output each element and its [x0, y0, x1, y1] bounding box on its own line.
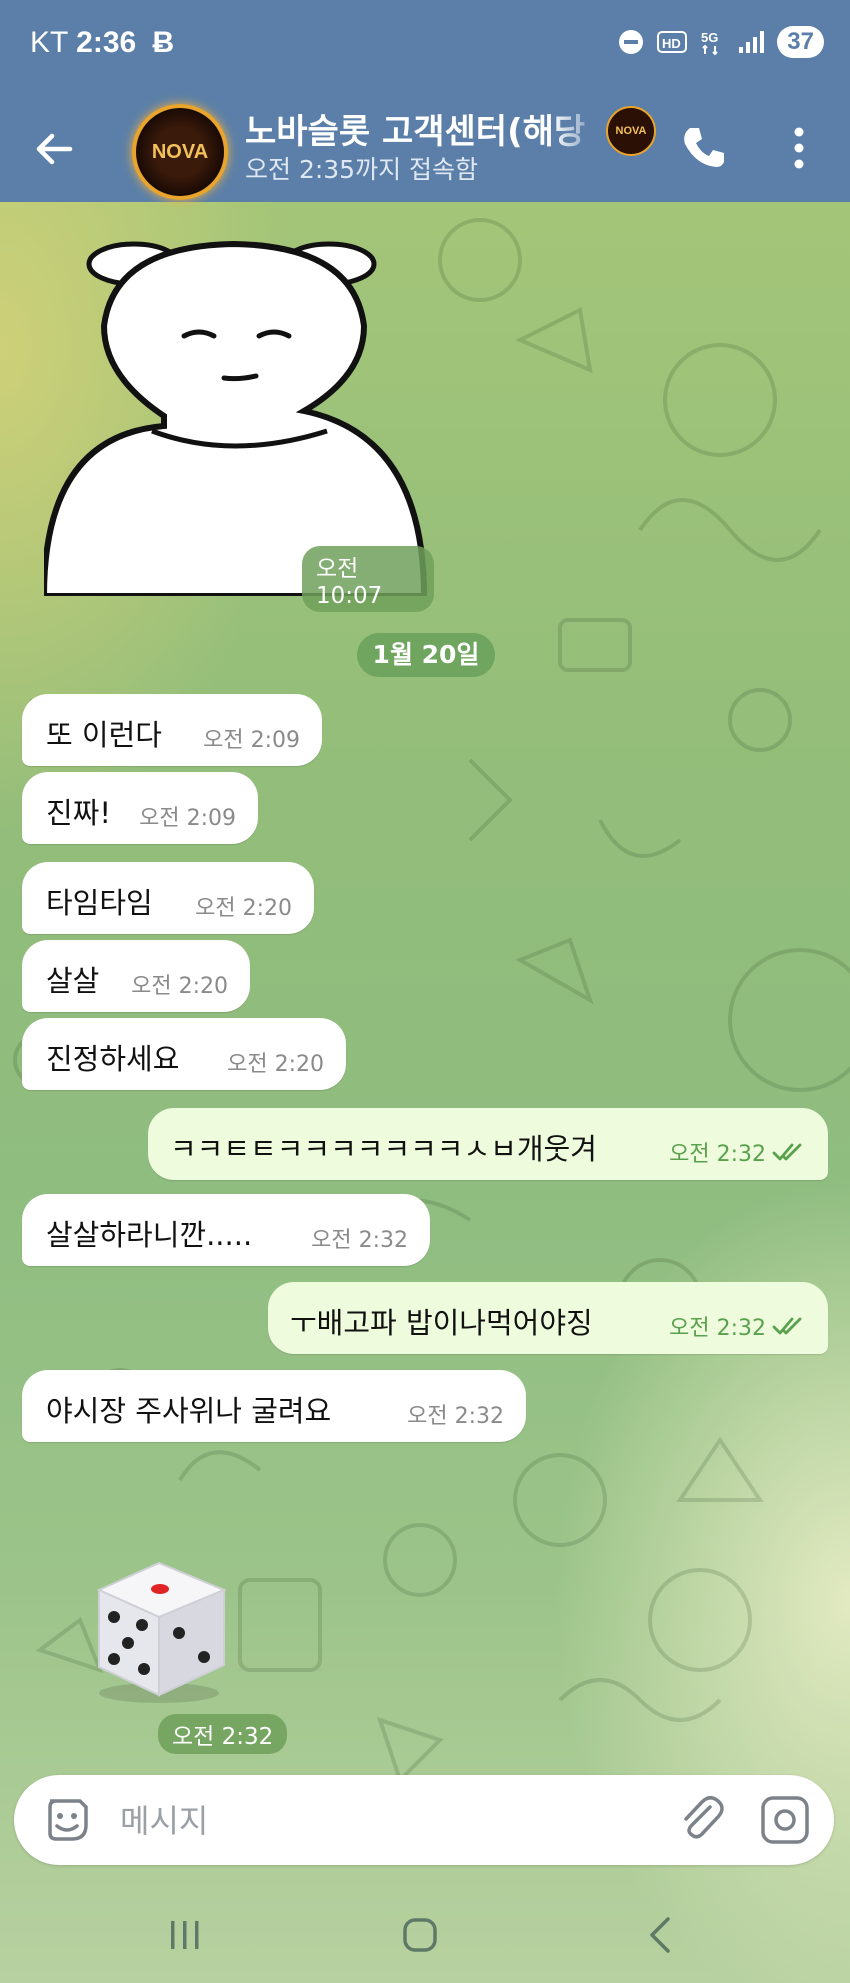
- signal-icon: [739, 31, 765, 53]
- hd-icon: HD: [657, 31, 688, 53]
- message-text: 살살: [46, 964, 100, 998]
- message-time: 오전 2:09: [139, 806, 236, 831]
- chat-title[interactable]: 노바슬롯 고객센터(해당: [245, 104, 605, 153]
- message-bubble[interactable]: 타임타임 오전 2:20: [22, 862, 314, 934]
- message-text: 진정하세요: [46, 1042, 180, 1076]
- message-bubble[interactable]: 살살 오전 2:20: [22, 940, 250, 1012]
- message-bubble[interactable]: 야시장 주사위나 굴려요 오전 2:32: [22, 1370, 526, 1442]
- recent-apps-icon[interactable]: [155, 1905, 215, 1965]
- dice-time: 오전 2:32: [158, 1714, 288, 1754]
- double-check-icon: [772, 1317, 802, 1335]
- message-time: 오전 2:20: [195, 896, 292, 921]
- phone-icon[interactable]: [676, 122, 728, 174]
- message-time: 오전 2:09: [203, 728, 300, 753]
- last-seen-status: 오전 2:35까지 접속함: [245, 155, 479, 184]
- carrier-label: KT: [30, 26, 68, 59]
- message-bubble[interactable]: 진짜! 오전 2:09: [22, 772, 258, 844]
- status-icons: HD 5G 37: [617, 26, 824, 58]
- dnd-icon: [619, 30, 644, 54]
- clock: 2:36: [76, 26, 137, 59]
- status-time: KT 2:36 Ƀ: [30, 26, 174, 60]
- blob-character-sticker: [40, 240, 428, 599]
- emoji-status-icon: NOVA: [606, 106, 656, 156]
- emoji-status-logo-text: NOVA: [615, 125, 647, 137]
- message-text: 타임타임: [46, 886, 153, 920]
- dice-message[interactable]: [84, 1555, 234, 1705]
- 5g-icon: 5G: [701, 30, 719, 56]
- back-arrow-icon[interactable]: [30, 124, 80, 174]
- message-bubble-outgoing[interactable]: ㅜ배고파 밥이나먹어야징 오전 2:32: [268, 1282, 828, 1354]
- message-input[interactable]: [118, 1793, 642, 1849]
- message-time: 오전 2:32: [311, 1228, 408, 1253]
- message-text: ㅜ배고파 밥이나먹어야징: [290, 1306, 593, 1340]
- svg-text:5G: 5G: [701, 30, 718, 45]
- battery-indicator: 37: [777, 26, 824, 58]
- attach-icon[interactable]: [674, 1793, 728, 1847]
- message-bubble-outgoing[interactable]: ㅋㅋㅌㅌㅋㅋㅋㅋㅋㅋㅋㅅㅂ개웃겨 오전 2:32: [148, 1108, 828, 1180]
- message-bubble[interactable]: 진정하세요 오전 2:20: [22, 1018, 346, 1090]
- message-time: 오전 2:32: [407, 1404, 504, 1429]
- message-bubble[interactable]: 살살하라니깐..... 오전 2:32: [22, 1194, 430, 1266]
- home-icon[interactable]: [390, 1905, 450, 1965]
- b-icon: Ƀ: [152, 26, 175, 59]
- camera-icon[interactable]: [758, 1793, 812, 1847]
- sticker-time: 오전 10:07: [302, 546, 434, 612]
- message-text: ㅋㅋㅌㅌㅋㅋㅋㅋㅋㅋㅋㅅㅂ개웃겨: [170, 1132, 597, 1166]
- status-bar: KT 2:36 Ƀ HD 5G 37: [0, 0, 850, 96]
- message-text: 진짜!: [46, 796, 111, 830]
- message-time: 오전 2:32: [669, 1136, 806, 1168]
- chat-header: NOVA 노바슬롯 고객센터(해당 오전 2:35까지 접속함 NOVA: [0, 96, 850, 202]
- svg-text:HD: HD: [662, 36, 681, 51]
- avatar-logo-text: NOVA: [151, 140, 209, 163]
- system-navigation-bar: [0, 1885, 850, 1983]
- message-time: 오전 2:32: [669, 1310, 806, 1342]
- more-vert-icon[interactable]: [784, 122, 814, 174]
- message-composer: [14, 1775, 834, 1865]
- message-text: 또 이런다: [46, 718, 162, 752]
- date-divider: 1월 20일: [357, 633, 495, 677]
- message-text: 살살하라니깐.....: [46, 1218, 253, 1252]
- back-nav-icon[interactable]: [630, 1905, 690, 1965]
- double-check-icon: [772, 1143, 802, 1161]
- chat-avatar[interactable]: NOVA: [132, 104, 228, 200]
- message-time: 오전 2:20: [227, 1052, 324, 1077]
- message-time: 오전 2:20: [131, 974, 228, 999]
- message-text: 야시장 주사위나 굴려요: [46, 1394, 332, 1428]
- message-bubble[interactable]: 또 이런다 오전 2:09: [22, 694, 322, 766]
- sticker-icon[interactable]: [42, 1795, 92, 1845]
- sticker-message[interactable]: 오전 10:07: [40, 236, 434, 612]
